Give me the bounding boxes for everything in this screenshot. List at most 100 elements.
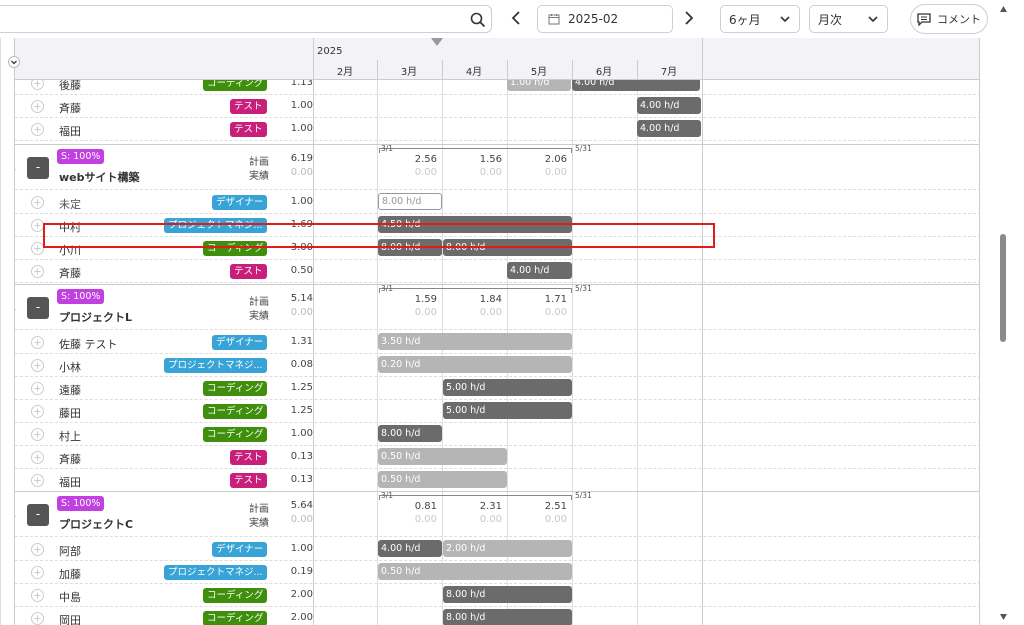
header-month: 7月 [660, 67, 678, 78]
month-picker[interactable]: 2025-02 [537, 5, 673, 33]
search-input[interactable] [0, 5, 492, 33]
project-name: プロジェクトC [59, 518, 134, 531]
chevron-right-icon[interactable] [680, 9, 698, 27]
add-icon[interactable] [31, 265, 44, 278]
chevron-left-icon[interactable] [508, 9, 526, 27]
allocation-bar[interactable]: 0.50 h/d [378, 563, 572, 580]
comment-button[interactable]: コメント [910, 4, 988, 34]
unit-select[interactable]: 月次 [809, 5, 888, 33]
add-icon[interactable] [31, 589, 44, 602]
month-plan-value: 2.56 [414, 154, 437, 165]
member-name: 福田 [59, 476, 81, 489]
member-row[interactable]: 福田 テスト 1.00 4.00 h/d [15, 118, 979, 141]
member-name: 藤田 [59, 407, 81, 420]
member-name: 遠藤 [59, 384, 81, 397]
allocation-bar[interactable]: 0.50 h/d [378, 448, 507, 465]
month-actual-value: 0.00 [479, 167, 502, 178]
gantt-grid: 2025 2月 3月 4月 5月 6月 7月 後藤 コーディング 1.13 1.00 h/d 4.… [14, 38, 980, 625]
role-tag: コーディング [203, 381, 268, 396]
add-icon[interactable] [31, 451, 44, 464]
left-panel-edge [0, 38, 3, 625]
role-tag: デザイナー [212, 542, 268, 557]
allocation-bar[interactable]: 5.00 h/d [443, 402, 572, 419]
add-icon[interactable] [31, 543, 44, 556]
month-plan-value: 1.56 [479, 154, 502, 165]
allocation-bar[interactable]: 8.00 h/d [378, 425, 442, 442]
member-row[interactable]: 福田 テスト 0.13 0.50 h/d [15, 469, 979, 492]
member-row[interactable]: 村上 コーディング 1.00 8.00 h/d [15, 423, 979, 446]
allocation-bar[interactable]: 0.50 h/d [378, 471, 507, 488]
allocation-value: 0.50 [290, 265, 313, 276]
today-marker-icon [431, 38, 443, 46]
member-row[interactable]: 小林 プロジェクトマネジ... 0.08 0.20 h/d [15, 354, 979, 377]
chevron-down-icon[interactable] [14, 164, 18, 176]
allocation-bar[interactable]: 4.00 h/d [507, 262, 572, 279]
allocation-value: 1.25 [290, 405, 313, 416]
add-icon[interactable] [31, 428, 44, 441]
member-row[interactable]: 佐藤 テスト デザイナー 1.31 3.50 h/d [15, 331, 979, 354]
add-icon[interactable] [31, 474, 44, 487]
allocation-bar[interactable]: 0.20 h/d [378, 356, 572, 373]
member-name: 斉藤 [59, 453, 81, 466]
vertical-scrollbar[interactable] [995, 0, 1011, 625]
month-actual-value: 0.00 [479, 514, 502, 525]
chevron-down-icon[interactable] [8, 56, 20, 68]
member-row[interactable]: 加藤 プロジェクトマネジ... 0.19 0.50 h/d [15, 561, 979, 584]
member-row[interactable]: 未定 デザイナー 1.00 8.00 h/d [15, 191, 979, 214]
add-icon[interactable] [31, 566, 44, 579]
search-icon[interactable] [469, 11, 487, 29]
project-span-line [379, 495, 572, 500]
chevron-down-icon[interactable] [14, 511, 18, 523]
add-icon[interactable] [31, 100, 44, 113]
span-end-label: 5/31 [575, 491, 592, 500]
allocation-bar[interactable]: 4.00 h/d [378, 540, 442, 557]
scroll-thumb[interactable] [1000, 234, 1006, 342]
collapse-project-button[interactable]: - [27, 504, 49, 526]
add-icon[interactable] [31, 382, 44, 395]
header-year: 2025 [317, 46, 343, 57]
add-icon[interactable] [31, 123, 44, 136]
member-row[interactable]: 斉藤 テスト 1.00 4.00 h/d [15, 95, 979, 118]
allocation-value: 0.08 [290, 359, 313, 370]
span-end-label: 5/31 [575, 144, 592, 153]
status-badge: S: 100% [57, 496, 105, 511]
allocation-bar[interactable]: 8.00 h/d [443, 609, 572, 625]
range-select[interactable]: 6ヶ月 [720, 5, 800, 33]
member-row[interactable]: 藤田 コーディング 1.25 5.00 h/d [15, 400, 979, 423]
add-icon[interactable] [31, 405, 44, 418]
plan-total: 5.14 [290, 293, 313, 304]
actual-total: 0.00 [290, 167, 313, 178]
member-row[interactable]: 斉藤 テスト 0.13 0.50 h/d [15, 446, 979, 469]
member-row[interactable]: 阿部 デザイナー 1.00 4.00 h/d 2.00 h/d [15, 538, 979, 561]
member-row[interactable]: 中島 コーディング 2.00 8.00 h/d [15, 584, 979, 607]
allocation-bar[interactable]: 5.00 h/d [443, 379, 572, 396]
month-plan-value: 1.59 [414, 294, 437, 305]
chevron-down-icon[interactable] [14, 304, 18, 316]
calendar-icon [548, 14, 560, 25]
add-icon[interactable] [31, 336, 44, 349]
actual-total: 0.00 [290, 307, 313, 318]
member-row[interactable]: 岡田 コーディング 2.00 8.00 h/d [15, 607, 979, 625]
add-icon[interactable] [31, 359, 44, 372]
add-icon[interactable] [31, 196, 44, 209]
member-row[interactable]: 斉藤 テスト 0.50 4.00 h/d [15, 260, 979, 283]
header-month: 6月 [595, 67, 613, 78]
allocation-bar[interactable]: 8.00 h/d [443, 586, 572, 603]
allocation-bar[interactable]: 2.00 h/d [443, 540, 572, 557]
collapse-project-button[interactable]: - [27, 157, 49, 179]
member-name: 斉藤 [59, 102, 81, 115]
span-start-label: 3/1 [381, 284, 394, 293]
member-row[interactable]: 遠藤 コーディング 1.25 5.00 h/d [15, 377, 979, 400]
comment-label: コメント [937, 13, 981, 26]
scroll-down-icon[interactable] [1000, 614, 1007, 620]
allocation-bar[interactable]: 8.00 h/d [378, 193, 442, 210]
chevron-down-icon [780, 16, 790, 23]
allocation-bar[interactable]: 4.00 h/d [637, 120, 701, 137]
add-icon[interactable] [31, 612, 44, 625]
role-tag: テスト [230, 122, 267, 137]
allocation-bar[interactable]: 3.50 h/d [378, 333, 572, 350]
collapse-project-button[interactable]: - [27, 297, 49, 319]
scroll-up-icon[interactable] [1000, 6, 1007, 12]
member-name: 岡田 [59, 614, 81, 625]
allocation-bar[interactable]: 4.00 h/d [637, 97, 701, 114]
